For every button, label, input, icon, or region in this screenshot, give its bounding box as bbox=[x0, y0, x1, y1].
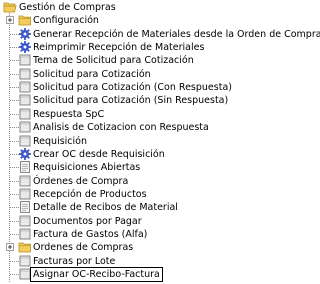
window-icon bbox=[18, 254, 32, 268]
expand-toggle-icon[interactable] bbox=[6, 16, 14, 25]
window-icon bbox=[18, 93, 32, 107]
folder-icon bbox=[18, 13, 32, 27]
tree-root-label: Gestión de Compras bbox=[19, 2, 116, 13]
tree-item-label: Detalle de Recibos de Material bbox=[33, 202, 178, 214]
tree-item-label: Requisiciones Abiertas bbox=[33, 162, 141, 174]
process-gear-icon bbox=[18, 27, 32, 41]
window-icon bbox=[18, 53, 32, 67]
tree-item-label: Solicitud para Cotización (Sin Respuesta… bbox=[33, 95, 229, 107]
window-icon bbox=[18, 120, 32, 134]
process-gear-icon bbox=[18, 147, 32, 161]
menu-tree: Gestión de Compras Configuración Generar R… bbox=[0, 0, 320, 283]
tree-item-label: Generar Recepción de Materiales desde la… bbox=[33, 28, 320, 40]
folder-open-icon bbox=[3, 0, 17, 14]
tree-item-label: Solicitud para Cotización bbox=[33, 68, 151, 80]
report-icon bbox=[18, 160, 32, 174]
tree-item-label: Facturas por Lote bbox=[33, 255, 116, 267]
window-icon bbox=[18, 227, 32, 241]
tree-item-label: Requisición bbox=[33, 135, 87, 147]
window-icon bbox=[18, 80, 32, 94]
tree-item-label: Documentos por Pagar bbox=[33, 215, 142, 227]
tree-item-label: Asignar OC-Recibo-Factura bbox=[30, 267, 163, 282]
window-icon bbox=[18, 134, 32, 148]
window-icon bbox=[18, 174, 32, 188]
window-icon bbox=[18, 67, 32, 81]
tree-guide-line bbox=[9, 13, 10, 282]
expand-toggle-icon[interactable] bbox=[6, 243, 14, 252]
tree-item-label: Recepción de Productos bbox=[33, 188, 147, 200]
process-gear-icon bbox=[18, 40, 32, 54]
window-icon bbox=[18, 187, 32, 201]
folder-icon bbox=[18, 240, 32, 254]
tree-item-label: Reimprimir Recepción de Materiales bbox=[33, 42, 205, 54]
window-icon bbox=[18, 214, 32, 228]
tree-item-label: Ordenes de Compras bbox=[33, 242, 134, 254]
tree-item-label: Tema de Solicitud para Cotización bbox=[33, 55, 194, 67]
window-icon bbox=[18, 107, 32, 121]
tree-item-label: Órdenes de Compra bbox=[33, 175, 129, 187]
tree-item-label: Respuesta SpC bbox=[33, 108, 105, 120]
tree-item-label: Analisis de Cotizacion con Respuesta bbox=[33, 122, 209, 134]
tree-item-label: Configuración bbox=[33, 15, 99, 27]
report-icon bbox=[18, 200, 32, 214]
tree-item-label: Solicitud para Cotización (Con Respuesta… bbox=[33, 82, 232, 94]
tree-item-label: Crear OC desde Requisición bbox=[33, 148, 165, 160]
tree-item-label: Factura de Gastos (Alfa) bbox=[33, 228, 148, 240]
